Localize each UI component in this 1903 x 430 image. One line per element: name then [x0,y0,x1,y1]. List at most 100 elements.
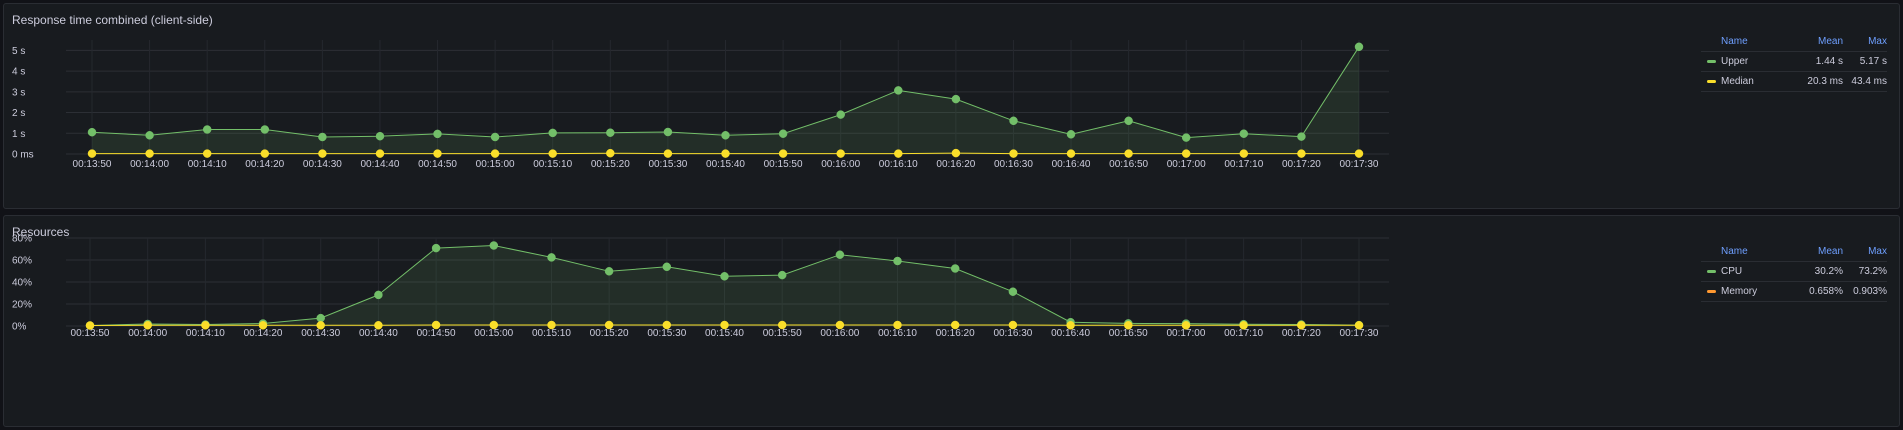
data-point [202,149,212,158]
data-point [85,321,95,330]
data-point [431,243,441,253]
x-tick-label: 00:13:50 [73,159,112,170]
resources-panel: Resources 0% 20% 40% 60% 80% 00:13:50 00:14:00… [3,215,1900,427]
data-point [258,321,268,330]
data-point [1124,321,1133,330]
x-tick-label: 00:16:40 [1052,159,1091,170]
data-point [1066,130,1076,139]
x-tick-label: 00:17:10 [1224,159,1263,170]
data-point [1124,116,1133,126]
x-tick-label: 00:16:50 [1109,159,1148,170]
x-tick-label: 00:15:00 [474,328,513,339]
legend-item-name: Upper [1701,56,1783,67]
x-tick-label: 00:15:10 [533,159,572,170]
data-point [318,132,327,142]
data-point [893,256,902,266]
x-tick-label: 00:14:00 [128,328,167,339]
data-point [662,320,672,330]
legend-mean-value: 30.2% [1814,266,1843,277]
y-tick-label: 0% [12,322,27,333]
chart-legend: Name Mean Max CPU 30.2% 73.2% Memory 0.6… [1701,242,1887,302]
data-point [836,149,845,158]
data-point [374,290,383,300]
data-point [87,127,97,137]
data-point [950,320,960,330]
x-tick-label: 00:15:40 [706,159,745,170]
data-point [604,267,614,276]
data-point [778,129,788,138]
data-point [836,110,845,119]
x-tick-label: 00:17:00 [1167,159,1206,170]
data-point [547,253,556,262]
x-tick-label: 00:16:00 [821,159,860,170]
legend-max-value: 43.4 ms [1851,76,1887,87]
x-tick-label: 00:15:30 [648,159,687,170]
data-point [777,320,787,330]
legend-row-cpu[interactable]: CPU 30.2% 73.2% [1701,262,1887,282]
legend-row-upper[interactable]: Upper 1.44 s 5.17 s [1701,52,1887,72]
data-point [777,270,787,280]
x-tick-label: 00:16:10 [878,328,917,339]
data-point [316,321,325,330]
data-point [489,241,499,250]
legend-max-value: 73.2% [1858,266,1887,277]
data-point [662,262,672,272]
x-tick-label: 00:17:10 [1224,328,1263,339]
data-point [548,128,557,138]
data-point [1181,321,1191,330]
data-point [201,321,210,330]
legend-header-mean[interactable]: Mean [1783,36,1843,47]
data-point [1124,149,1133,158]
x-tick-label: 00:14:50 [417,328,456,339]
y-tick-label: 20% [12,300,32,311]
x-tick-label: 00:14:10 [186,328,225,339]
data-point [950,264,960,273]
x-tick-label: 00:14:40 [360,159,399,170]
x-tick-label: 00:17:30 [1340,328,1379,339]
data-point [547,320,556,330]
x-tick-label: 00:15:10 [532,328,571,339]
data-point [202,125,212,134]
resources-chart[interactable]: 0%20%40%60%80%00:13:50 00:14:00 00:14:10 00… [4,216,1694,428]
x-tick-label: 00:16:00 [820,328,859,339]
x-tick-label: 00:15:30 [647,328,686,339]
legend-header-mean[interactable]: Mean [1783,246,1843,257]
legend-header-name[interactable]: Name [1701,246,1783,257]
legend-item-name: Memory [1701,286,1783,297]
data-point [433,149,442,158]
y-tick-label: 80% [12,234,32,245]
legend-row-memory[interactable]: Memory 0.658% 0.903% [1701,282,1887,302]
x-tick-label: 00:16:30 [993,328,1032,339]
x-tick-label: 00:14:20 [245,159,284,170]
data-point [778,149,788,158]
data-point [1297,149,1306,158]
data-point [433,129,442,139]
x-tick-label: 00:15:20 [591,159,630,170]
x-tick-label: 00:16:50 [1109,328,1148,339]
legend-header-max[interactable]: Max [1843,246,1887,257]
y-tick-label: 3 s [12,87,25,98]
x-tick-label: 00:17:00 [1166,328,1205,339]
data-point [260,125,270,134]
series-color-swatch [1707,80,1716,83]
x-tick-label: 00:16:10 [879,159,918,170]
data-point [1009,116,1018,126]
legend-header-max[interactable]: Max [1843,36,1887,47]
y-tick-label: 60% [12,256,32,267]
data-point [894,149,903,158]
legend-header-name[interactable]: Name [1701,36,1783,47]
x-tick-label: 00:15:50 [764,159,803,170]
legend-series-label: CPU [1721,266,1743,277]
legend-header: Name Mean Max [1701,242,1887,262]
legend-row-median[interactable]: Median 20.3 ms 43.4 ms [1701,72,1887,92]
legend-series-label: Median [1721,76,1754,87]
series-color-swatch [1707,60,1716,63]
x-tick-label: 00:14:30 [301,328,340,339]
data-point [1354,321,1364,330]
data-point [1354,42,1364,52]
chart-legend: Name Mean Max Upper 1.44 s 5.17 s Median… [1701,32,1887,92]
data-point [1066,149,1076,158]
response-time-chart[interactable]: 0 ms 1 s 2 s 3 s 4 s 5 s 00:13:50 00:14:00 00:14… [4,4,1694,210]
data-point [548,149,557,158]
legend-item-name: Median [1701,76,1783,87]
